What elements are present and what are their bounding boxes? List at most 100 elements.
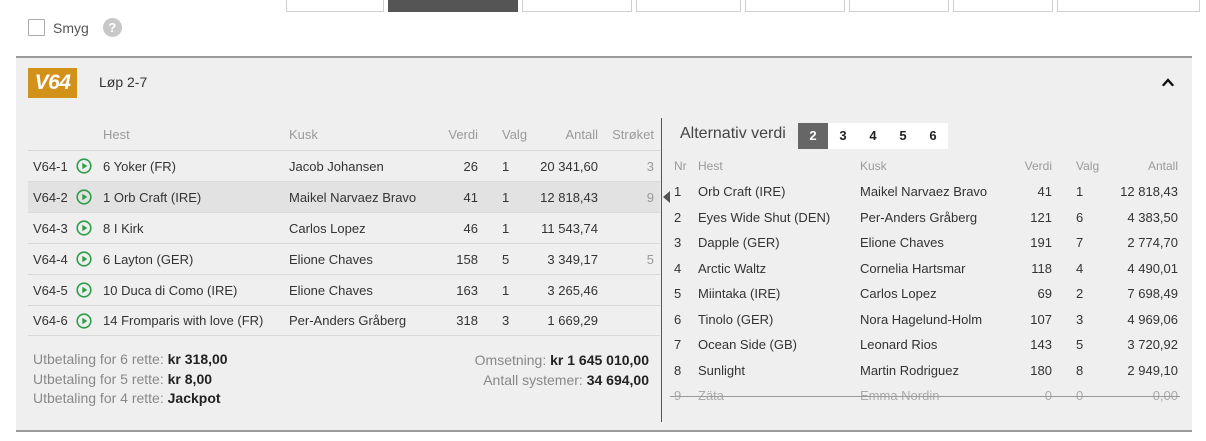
systemer-label: Antall systemer: — [483, 372, 583, 388]
antall-value: 7 698,49 — [1127, 286, 1178, 302]
horse-name: 1 Orb Craft (IRE) — [103, 189, 202, 205]
payout-6-value: kr 318,00 — [167, 351, 228, 367]
payout-5-value: kr 8,00 — [167, 370, 213, 387]
driver-name: Leonard Rios — [860, 337, 938, 353]
list-item: 7 Ocean Side (GB) Leonard Rios 143 5 3 7… — [668, 332, 1180, 358]
payout-6: Utbetaling for 6 rette: kr 318,00 — [33, 350, 228, 370]
antall-value: 11 543,74 — [541, 220, 598, 236]
race-tab[interactable] — [636, 0, 741, 12]
results-table: Hest Kusk Verdi Valg Antall Strøket V64-… — [28, 118, 670, 336]
col-nr: Nr — [674, 159, 687, 173]
table-row[interactable]: V64-4 6 Layton (GER) Elione Chaves 158 5… — [28, 243, 660, 274]
alternativ-table: Nr Hest Kusk Verdi Valg Antall 1 Orb Cra… — [668, 153, 1180, 409]
verdi-value: 118 — [1031, 260, 1052, 276]
play-icon[interactable] — [76, 275, 92, 305]
verdi-value: 121 — [1030, 209, 1052, 225]
play-icon[interactable] — [76, 182, 92, 212]
play-icon[interactable] — [76, 213, 92, 243]
verdi-value: 46 — [463, 220, 478, 236]
driver-name: Carlos Lopez — [289, 220, 366, 236]
stroket-value: 9 — [646, 189, 654, 205]
valg-value: 7 — [1076, 235, 1084, 251]
stroket-value: 5 — [646, 251, 654, 267]
col-kusk: Kusk — [860, 159, 887, 173]
leg-label: V64-3 — [33, 220, 68, 236]
nr-value: 2 — [674, 209, 682, 225]
table-row[interactable]: V64-1 6 Yoker (FR) Jacob Johansen 26 1 2… — [28, 150, 660, 181]
table-header: Hest Kusk Verdi Valg Antall Strøket — [28, 118, 660, 150]
antall-value: 2 774,70 — [1127, 235, 1178, 251]
col-valg: Valg — [1076, 159, 1100, 173]
alternativ-title: Alternativ verdi — [680, 125, 786, 142]
race-tabs-strip — [286, 0, 1200, 12]
verdi-value: 41 — [1037, 184, 1052, 200]
driver-name: Cornelia Hartsmar — [860, 260, 966, 276]
table-row[interactable]: V64-5 10 Duca di Como (IRE) Elione Chave… — [28, 274, 660, 305]
race-tab[interactable] — [286, 0, 384, 12]
verdi-value: 191 — [1030, 235, 1052, 251]
list-item: 2 Eyes Wide Shut (DEN) Per-Anders Gråber… — [668, 205, 1180, 231]
horse-name: Dapple (GER) — [698, 235, 780, 251]
horse-name: Eyes Wide Shut (DEN) — [698, 209, 831, 225]
payout-4: Utbetaling for 4 rette: Jackpot — [33, 389, 228, 409]
valg-value: 2 — [1076, 286, 1084, 302]
valg-value: 8 — [1076, 362, 1084, 378]
verdi-value: 180 — [1030, 362, 1052, 378]
play-icon[interactable] — [76, 244, 92, 274]
table-row[interactable]: V64-3 8 I Kirk Carlos Lopez 46 1 11 543,… — [28, 212, 660, 243]
driver-name: Maikel Narvaez Bravo — [289, 189, 417, 205]
race-tab[interactable] — [522, 0, 632, 12]
payout-6-label: Utbetaling for 6 rette: — [33, 351, 164, 367]
nr-value: 6 — [674, 311, 682, 327]
alt-tab-6[interactable]: 6 — [918, 123, 948, 149]
smyg-label: Smyg — [53, 19, 89, 36]
race-tab[interactable] — [953, 0, 1053, 12]
race-tab[interactable] — [1057, 0, 1200, 12]
verdi-value: 163 — [456, 282, 478, 298]
omsetning-label: Omsetning: — [474, 352, 547, 368]
nr-value: 4 — [674, 260, 682, 276]
nr-value: 1 — [674, 184, 682, 200]
horse-name: 14 Fromparis with love (FR) — [103, 313, 264, 328]
table-row[interactable]: V64-6 14 Fromparis with love (FR) Per-An… — [28, 305, 660, 336]
horse-name: 8 I Kirk — [103, 220, 144, 236]
race-tab[interactable] — [849, 0, 949, 12]
driver-name: Per-Anders Gråberg — [289, 313, 407, 328]
play-icon[interactable] — [76, 151, 92, 181]
play-icon[interactable] — [76, 306, 92, 335]
smyg-checkbox[interactable] — [28, 19, 45, 36]
chevron-up-icon[interactable] — [1162, 76, 1174, 88]
help-icon[interactable]: ? — [102, 18, 122, 37]
list-item: 6 Tinolo (GER) Nora Hagelund-Holm 107 3 … — [668, 307, 1180, 333]
valg-value: 1 — [502, 282, 510, 298]
antall-value: 3 720,92 — [1127, 337, 1178, 353]
race-tab[interactable] — [745, 0, 845, 12]
strikethrough-line — [670, 396, 1180, 397]
antall-systemer: Antall systemer: 34 694,00 — [396, 370, 649, 390]
results-panel: V64 Løp 2-7 Hest Kusk Verdi Valg Antall … — [16, 56, 1192, 432]
driver-name: Jacob Johansen — [289, 158, 384, 174]
alt-tab-2[interactable]: 2 — [798, 123, 828, 149]
payout-summary: Utbetaling for 6 rette: kr 318,00 Utbeta… — [33, 350, 228, 409]
leg-label: V64-2 — [33, 189, 68, 205]
alternativ-tabs: 2 3 4 5 6 — [798, 123, 948, 149]
race-label: Løp 2-7 — [99, 74, 148, 90]
nr-value: 8 — [674, 362, 682, 378]
table-row-selected[interactable]: V64-2 1 Orb Craft (IRE) Maikel Narvaez B… — [28, 181, 670, 212]
verdi-value: 26 — [463, 158, 478, 174]
valg-value: 3 — [502, 313, 510, 328]
omsetning: Omsetning: kr 1 645 010,00 — [396, 350, 649, 370]
alt-tab-3[interactable]: 3 — [828, 123, 858, 149]
panel-divider — [661, 118, 662, 422]
driver-name: Elione Chaves — [860, 235, 944, 251]
smyg-option: Smyg ? — [28, 18, 122, 37]
alt-tab-4[interactable]: 4 — [858, 123, 888, 149]
driver-name: Per-Anders Gråberg — [860, 209, 978, 225]
list-item: 1 Orb Craft (IRE) Maikel Narvaez Bravo 4… — [668, 179, 1180, 205]
alt-tab-5[interactable]: 5 — [888, 123, 918, 149]
race-tab-active[interactable] — [388, 0, 518, 12]
horse-name: 10 Duca di Como (IRE) — [103, 282, 238, 298]
antall-value: 3 349,17 — [547, 251, 598, 267]
leg-label: V64-1 — [33, 158, 68, 174]
valg-value: 6 — [1076, 209, 1084, 225]
